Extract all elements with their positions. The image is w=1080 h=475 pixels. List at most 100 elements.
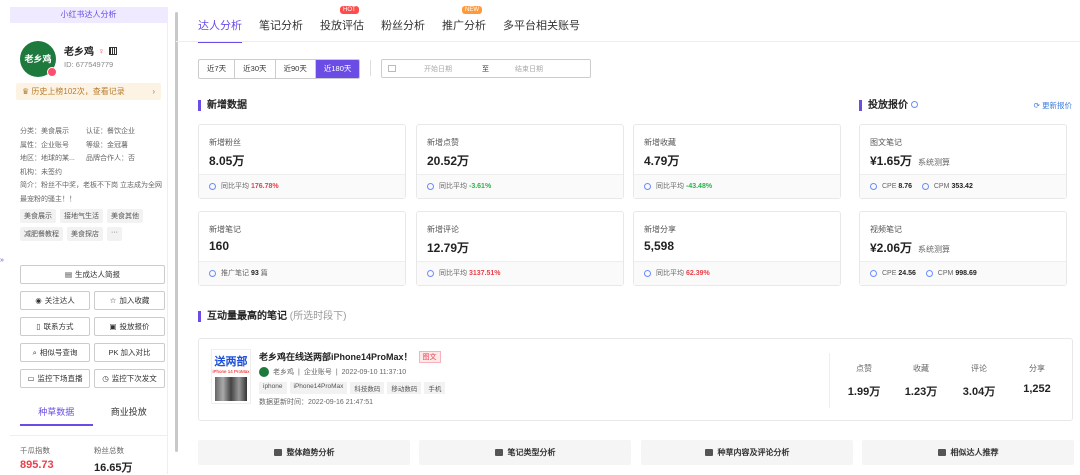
note-thumbnail[interactable]: 送两部 iPhone 14 ProMax <box>211 349 251 404</box>
quote-card-video: 视频笔记 ¥2.06万 系统测算 CPE 24.56 CPM 998.69 <box>859 211 1067 286</box>
stat-card-new-likes: 新增点赞 20.52万 同比平均 -3.61% <box>416 124 624 199</box>
top-note-card[interactable]: 送两部 iPhone 14 ProMax 老乡鸡在线送两部iPhone14Pro… <box>198 338 1073 421</box>
note-tags: iphone iPhone14ProMax 科技数码 移动数码 手机 <box>259 382 446 394</box>
tab-fans-analysis[interactable]: 粉丝分析 <box>381 17 425 43</box>
stat-card-new-comments: 新增评论 12.79万 同比平均 3137.51% <box>416 211 624 286</box>
calendar-icon <box>388 65 396 72</box>
verified-icon <box>47 67 57 77</box>
top-note-title: 互动量最高的笔记 (所选时段下) <box>198 311 346 322</box>
contact-button[interactable]: ▯ 联系方式 <box>20 317 90 336</box>
qiangua-index: 千瓜指数 895.73 <box>20 446 54 471</box>
tag: 接地气生活 <box>60 209 103 223</box>
tag: 移动数码 <box>387 382 422 394</box>
divider <box>370 60 371 76</box>
follow-button[interactable]: ◉ 关注达人 <box>20 291 90 310</box>
main-panel: 达人分析 笔记分析 投放评估 HOT 粉丝分析 推广分析 NEW 多平台相关账号 近… <box>176 0 1080 474</box>
info-icon <box>921 183 929 190</box>
video-icon: ▭ <box>27 374 35 383</box>
compare-button[interactable]: PK 加入对比 <box>94 343 165 362</box>
profile-info: 分类：美食展示 认证：餐饮企业 属性：企业账号 等级：金冠薯 地区：地球的某... 品… <box>20 125 165 206</box>
stat-card-new-fans: 新增粉丝 8.05万 同比平均 176.78% <box>198 124 406 199</box>
stat-card-new-shares: 新增分享 5,598 同比平均 62.39% <box>633 211 841 286</box>
user-name: 老乡鸡 ♀ <box>64 43 117 58</box>
range-30d[interactable]: 近30天 <box>235 60 276 78</box>
report-icon: ▤ <box>64 270 73 279</box>
trend-analysis-button[interactable]: 整体趋势分析 <box>198 440 410 465</box>
quote-card-image: 图文笔记 ¥1.65万 系统测算 CPE 8.76 CPM 353.42 <box>859 124 1067 199</box>
note-stat-comments: 评论 3.04万 <box>962 364 996 398</box>
generate-report-button[interactable]: ▤ 生成达人简报 <box>20 265 165 284</box>
tab-commercial[interactable]: 商业投放 <box>93 405 166 426</box>
info-icon <box>870 183 877 190</box>
author-avatar <box>259 367 269 377</box>
note-stat-shares: 分享 1,252 <box>1023 364 1051 395</box>
profile-intro: 简介：粉丝不中奖，老板不下岗 立志成为全网最宠粉的骚主！！ <box>20 182 162 203</box>
stat-card-new-notes: 新增笔记 160 推广笔记 93 篇 <box>198 211 406 286</box>
note-stat-likes: 点赞 1.99万 <box>847 364 881 398</box>
content-comment-analysis-button[interactable]: 种草内容及评论分析 <box>641 440 853 465</box>
tab-placement-eval[interactable]: 投放评估 HOT <box>320 6 364 43</box>
main-tabs: 达人分析 笔记分析 投放评估 HOT 粉丝分析 推广分析 NEW 多平台相关账号 <box>198 6 597 43</box>
more-tags-button[interactable]: ··· <box>107 227 122 241</box>
start-date-field[interactable]: 开始日期 <box>424 64 452 74</box>
date-picker[interactable]: 开始日期 至 结束日期 <box>381 59 591 78</box>
user-icon <box>937 449 946 456</box>
new-badge: NEW <box>462 6 482 14</box>
tab-seeding-data[interactable]: 种草数据 <box>20 405 93 426</box>
tag: iPhone14ProMax <box>289 382 348 394</box>
info-icon <box>644 270 651 277</box>
tab-multi-platform[interactable]: 多平台相关账号 <box>503 17 580 43</box>
end-date-field[interactable]: 结束日期 <box>515 64 543 74</box>
gender-icon: ♀ <box>98 45 105 56</box>
tag: 美食其他 <box>107 209 143 223</box>
expand-sidebar-icon[interactable]: » <box>0 257 4 264</box>
tag: 手机 <box>424 382 446 394</box>
range-90d[interactable]: 近90天 <box>276 60 316 78</box>
star-icon: ☆ <box>109 296 117 305</box>
stat-card-new-collects: 新增收藏 4.79万 同比平均 -43.48% <box>633 124 841 199</box>
quote-button[interactable]: ▣ 投放报价 <box>94 317 165 336</box>
range-180d[interactable]: 近180天 <box>315 60 360 78</box>
similar-influencer-button[interactable]: 相似达人推荐 <box>862 440 1074 465</box>
monitor-live-button[interactable]: ▭ 监控下场直播 <box>20 369 90 388</box>
eye-icon: ◉ <box>35 296 42 305</box>
update-quote-link[interactable]: ⟳ 更新报价 <box>1034 100 1072 111</box>
info-icon <box>209 183 216 190</box>
crown-icon: ♛ <box>22 87 30 96</box>
tag: iphone <box>259 382 287 394</box>
note-type-analysis-button[interactable]: 笔记类型分析 <box>419 440 631 465</box>
divider <box>829 353 830 408</box>
tab-note-analysis[interactable]: 笔记分析 <box>259 17 303 43</box>
similar-search-button[interactable]: ⌕ 相似号查询 <box>20 343 90 362</box>
chart-icon <box>273 449 282 456</box>
range-7d[interactable]: 近7天 <box>199 60 236 78</box>
fans-total: 粉丝总数 16.65万 <box>94 446 133 474</box>
new-data-title: 新增数据 <box>198 100 247 111</box>
user-id: ID: 677549779 <box>64 60 114 69</box>
info-icon <box>209 270 216 277</box>
tag: 美食探店 <box>67 227 103 241</box>
favorite-button[interactable]: ☆ 加入收藏 <box>94 291 165 310</box>
history-rank-link[interactable]: ♛ 历史上榜102次，查看记录 › <box>16 83 161 100</box>
tag: 美食展示 <box>20 209 56 223</box>
monitor-post-button[interactable]: ◷ 监控下次发文 <box>94 369 165 388</box>
note-updated-time: 数据更新时间：2022-09-16 21:47:51 <box>259 399 373 406</box>
tag: 科技数码 <box>350 382 385 394</box>
info-icon[interactable] <box>910 101 918 108</box>
info-icon <box>427 183 434 190</box>
comment-icon <box>704 449 713 456</box>
info-icon <box>644 183 651 190</box>
avatar[interactable]: 老乡鸡 <box>20 41 57 77</box>
phone-image <box>215 377 247 401</box>
tag: 减肥餐教程 <box>20 227 63 241</box>
note-title[interactable]: 老乡鸡在线送两部iPhone14ProMax！ 图文 <box>259 350 441 363</box>
note-type-badge: 图文 <box>418 350 441 363</box>
note-stat-collects: 收藏 1.23万 <box>904 364 938 398</box>
tab-influencer-analysis[interactable]: 达人分析 <box>198 17 242 43</box>
clock-icon: ◷ <box>102 374 109 383</box>
divider <box>176 41 1080 42</box>
qrcode-icon[interactable] <box>108 46 117 55</box>
tab-promotion-analysis[interactable]: 推广分析 NEW <box>442 6 486 43</box>
note-meta: 老乡鸡 | 企业账号 | 2022-09-10 11:37:10 <box>259 367 406 377</box>
sidebar-header: 小红书达人分析 <box>10 7 167 23</box>
